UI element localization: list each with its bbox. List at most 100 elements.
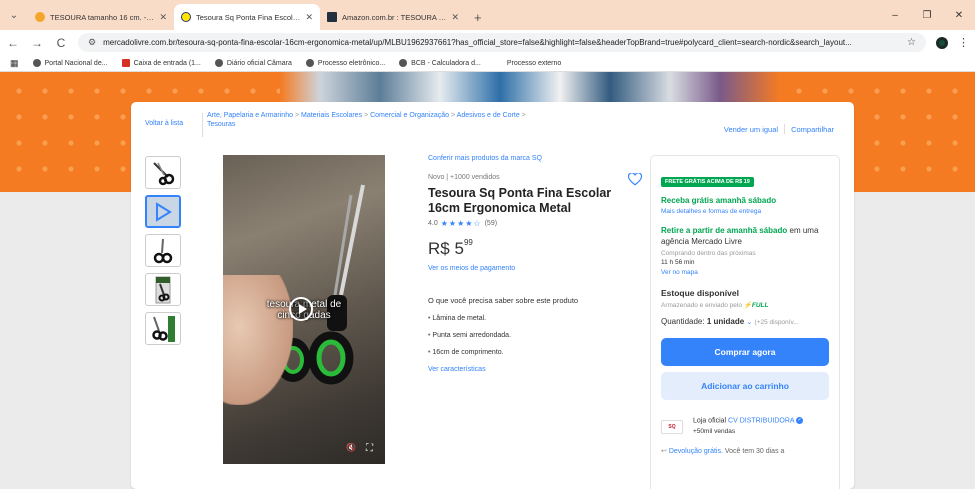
brand-link[interactable]: Conferir mais produtos da marca SQ <box>428 155 628 162</box>
breadcrumb-item[interactable]: Adesivos e de Corte <box>457 112 520 119</box>
verified-check-icon: ✓ <box>796 417 804 424</box>
tab-google[interactable]: TESOURA tamanho 16 cm. - Go ✕ <box>28 4 174 30</box>
fullscreen-icon[interactable]: ⛶ <box>366 443 373 454</box>
share-link[interactable]: Compartilhar <box>791 125 834 134</box>
profile-avatar[interactable] <box>936 36 948 49</box>
return-text: Você tem 30 dias a <box>722 448 785 456</box>
breadcrumb-item[interactable]: Tesouras <box>207 121 235 128</box>
globe-icon <box>305 59 314 67</box>
bookmark-label: Processo eletrônico... <box>317 59 386 67</box>
rating[interactable]: 4.0 ★★★★☆ (59) <box>428 219 628 228</box>
seller-sales: +50mil vendas <box>693 428 736 436</box>
new-tab-button[interactable]: + <box>466 4 490 30</box>
measure-thumb-icon <box>152 315 175 342</box>
play-button[interactable] <box>289 297 313 321</box>
breadcrumb-item[interactable]: Materiais Escolares <box>301 112 362 119</box>
google-favicon-icon <box>35 12 45 22</box>
bookmark-item[interactable]: BCB - Calculadora d... <box>399 59 481 67</box>
product-card: Voltar à lista Arte, Papelaria e Armarin… <box>131 102 854 489</box>
bookmark-item[interactable]: Diário oficial Câmara <box>214 59 292 67</box>
pickup-green-text: Retire a partir de amanhã sábado <box>661 226 788 235</box>
tab-title: Tesoura Sq Ponta Fina Escolar 1 <box>196 12 301 22</box>
bookmark-item[interactable]: Processo externo <box>507 60 561 67</box>
buy-within-text: Comprando dentro das próximas <box>661 250 756 257</box>
tab-amazon[interactable]: Amazon.com.br : TESOURA 16C ✕ <box>320 4 466 30</box>
buy-now-button[interactable]: Comprar agora <box>661 338 829 366</box>
breadcrumb-item[interactable]: Arte, Papelaria e Armarinho <box>207 112 293 119</box>
package-thumb-icon <box>155 276 171 303</box>
reload-button[interactable]: C <box>54 36 68 50</box>
bookmark-label: Processo externo <box>506 59 562 67</box>
tab-search-button[interactable]: ⌄ <box>0 0 28 30</box>
video-controls: 🔇 ⛶ <box>346 443 373 454</box>
thumbnail-measure[interactable] <box>145 312 181 345</box>
tab-close-icon[interactable]: ✕ <box>451 12 459 23</box>
return-link[interactable]: Devolução grátis. <box>669 448 723 455</box>
mute-icon[interactable]: 🔇 <box>346 443 356 454</box>
seller-line: Loja oficial CV DISTRIBUIDORA ✓ <box>693 417 804 425</box>
bookmark-item[interactable]: Caixa de entrada (1... <box>121 59 201 67</box>
see-features-link[interactable]: Ver características <box>428 366 628 373</box>
bookmark-star-icon[interactable]: ☆ <box>907 37 916 48</box>
bookmark-label: Portal Nacional de... <box>44 59 108 67</box>
condition-sold: Novo | +1000 vendidos <box>428 174 500 181</box>
breadcrumb-item[interactable]: Comercial e Organização <box>370 112 449 119</box>
features-list: Lâmina de metal. Punta semi arredondada.… <box>428 315 628 356</box>
minimize-button[interactable]: – <box>879 10 911 21</box>
product-info: Conferir mais produtos da marca SQ Novo … <box>428 155 642 373</box>
seller-prefix: Loja oficial <box>693 417 727 425</box>
features-title: O que você precisa saber sobre este prod… <box>428 296 579 305</box>
window-controls: – ❐ ✕ <box>879 0 975 30</box>
apps-grid-icon[interactable]: ▦ <box>10 58 19 69</box>
pickup-info: Retire a partir de amanhã sábado em uma … <box>661 225 829 247</box>
back-button[interactable]: ← <box>6 36 20 50</box>
thumbnail-video[interactable] <box>145 195 181 228</box>
buy-box: FRETE GRÁTIS ACIMA DE R$ 19 Receba gráti… <box>650 155 840 489</box>
feature-item: Punta semi arredondada. <box>428 332 628 339</box>
seller-name-link[interactable]: CV DISTRIBUIDORA <box>728 417 794 424</box>
breadcrumb-path: Arte, Papelaria e Armarinho > Materiais … <box>207 111 607 129</box>
seller-info: SQ Loja oficial CV DISTRIBUIDORA ✓ +50mi… <box>661 417 829 435</box>
site-settings-icon[interactable]: ⚙ <box>88 37 96 48</box>
breadcrumb-separator: > <box>521 112 526 119</box>
stored-by: Armazenado e enviado pelo ⚡FULL <box>661 301 829 309</box>
bookmarks-bar: ▦ Portal Nacional de... Caixa de entrada… <box>0 55 975 72</box>
quantity-selector[interactable]: Quantidade: 1 unidade ⌄ (+25 disponív... <box>661 317 829 326</box>
tab-close-icon[interactable]: ✕ <box>305 12 313 23</box>
close-window-button[interactable]: ✕ <box>943 10 975 21</box>
stock-title: Estoque disponível <box>661 288 739 298</box>
forward-button[interactable]: → <box>30 36 44 50</box>
thumbnail-package[interactable] <box>145 273 181 306</box>
delivery-details-link[interactable]: Mais detalhes e formas de entrega <box>661 208 829 215</box>
thumbnail-list <box>145 156 181 351</box>
tab-close-icon[interactable]: ✕ <box>159 12 167 23</box>
breadcrumb-separator: > <box>364 112 369 119</box>
feature-item: Lâmina de metal. <box>428 315 628 322</box>
payment-methods-link[interactable]: Ver os meios de pagamento <box>428 265 628 272</box>
breadcrumb-divider <box>202 113 203 137</box>
quantity-label: Quantidade: <box>661 317 705 326</box>
add-to-cart-button[interactable]: Adicionar ao carrinho <box>661 372 829 400</box>
thumbnail-scissors-2[interactable] <box>145 234 181 267</box>
globe-icon <box>399 59 408 67</box>
full-logo-icon: ⚡FULL <box>743 302 769 309</box>
favorite-heart-icon[interactable] <box>628 173 642 186</box>
restore-button[interactable]: ❐ <box>911 10 943 21</box>
bookmark-item[interactable]: Processo eletrônico... <box>305 59 386 67</box>
quantity-available: (+25 disponív... <box>754 319 799 326</box>
thumbnail-scissors-1[interactable] <box>145 156 181 189</box>
url-field[interactable]: ⚙ mercadolivre.com.br/tesoura-sq-ponta-f… <box>78 33 926 52</box>
back-to-list-link[interactable]: Voltar à lista <box>145 119 183 128</box>
sell-similar-link[interactable]: Vender um igual <box>724 125 778 134</box>
breadcrumb-separator: > <box>451 112 456 119</box>
share-actions: Vender um igual Compartilhar <box>724 124 834 134</box>
tab-mercadolivre[interactable]: Tesoura Sq Ponta Fina Escolar 1 ✕ <box>174 4 320 30</box>
price: R$ 599 <box>428 238 628 259</box>
product-video[interactable]: tesoura metal de cinco gadas 🔇 ⛶ <box>223 155 385 464</box>
free-shipping-badge: FRETE GRÁTIS ACIMA DE R$ 19 <box>661 177 754 187</box>
map-link[interactable]: Ver no mapa <box>661 269 829 276</box>
tab-title: Amazon.com.br : TESOURA 16C <box>342 12 447 22</box>
bookmark-item[interactable]: Portal Nacional de... <box>32 59 108 67</box>
browser-menu-icon[interactable]: ⋮ <box>958 36 969 49</box>
share-divider <box>784 124 786 134</box>
